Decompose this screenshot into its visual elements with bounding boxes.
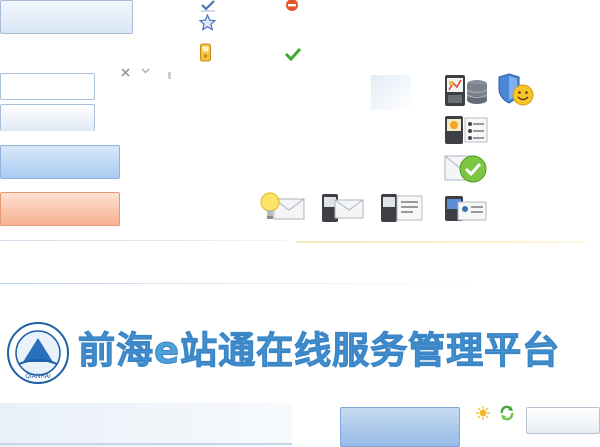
bulb-mail-icon [260,192,305,220]
text-input-gradient[interactable] [0,104,95,131]
bottom-blue-button[interactable] [340,407,460,447]
refresh-icon[interactable] [499,405,515,421]
phone-chart-icon [445,75,488,106]
id-card-icon [445,196,487,221]
bottom-divider [0,443,292,445]
blue-button[interactable] [0,145,120,179]
checkmark-icon [201,0,215,12]
bottom-strip [0,403,292,447]
shield-icon [498,73,534,106]
top-button[interactable] [0,0,133,34]
text-input[interactable] [0,73,95,100]
phone-mail-icon [322,194,364,222]
minus-circle-icon [286,0,298,11]
divider [0,240,286,241]
green-check-icon [285,47,301,61]
bottom-white-button[interactable] [526,407,600,434]
highlight-box [371,75,411,110]
divider-blue [0,283,495,284]
chevron-down-icon[interactable] [141,68,150,74]
phone-card-icon [381,194,423,222]
sun-icon [476,406,490,420]
close-icon[interactable] [121,68,130,77]
mobile-phone-icon [200,43,211,62]
logo-text: QIANHAI [25,373,51,380]
contacts-icon [445,116,488,144]
qianhai-logo: QIANHAI [7,322,69,384]
orange-button[interactable] [0,192,120,226]
banner-title: 前海e站通在线服务管理平台 [77,329,561,373]
grip-icon[interactable] [168,72,171,79]
divider-yellow [296,241,586,243]
star-icon [199,14,216,31]
envelope-check-icon [444,155,487,183]
